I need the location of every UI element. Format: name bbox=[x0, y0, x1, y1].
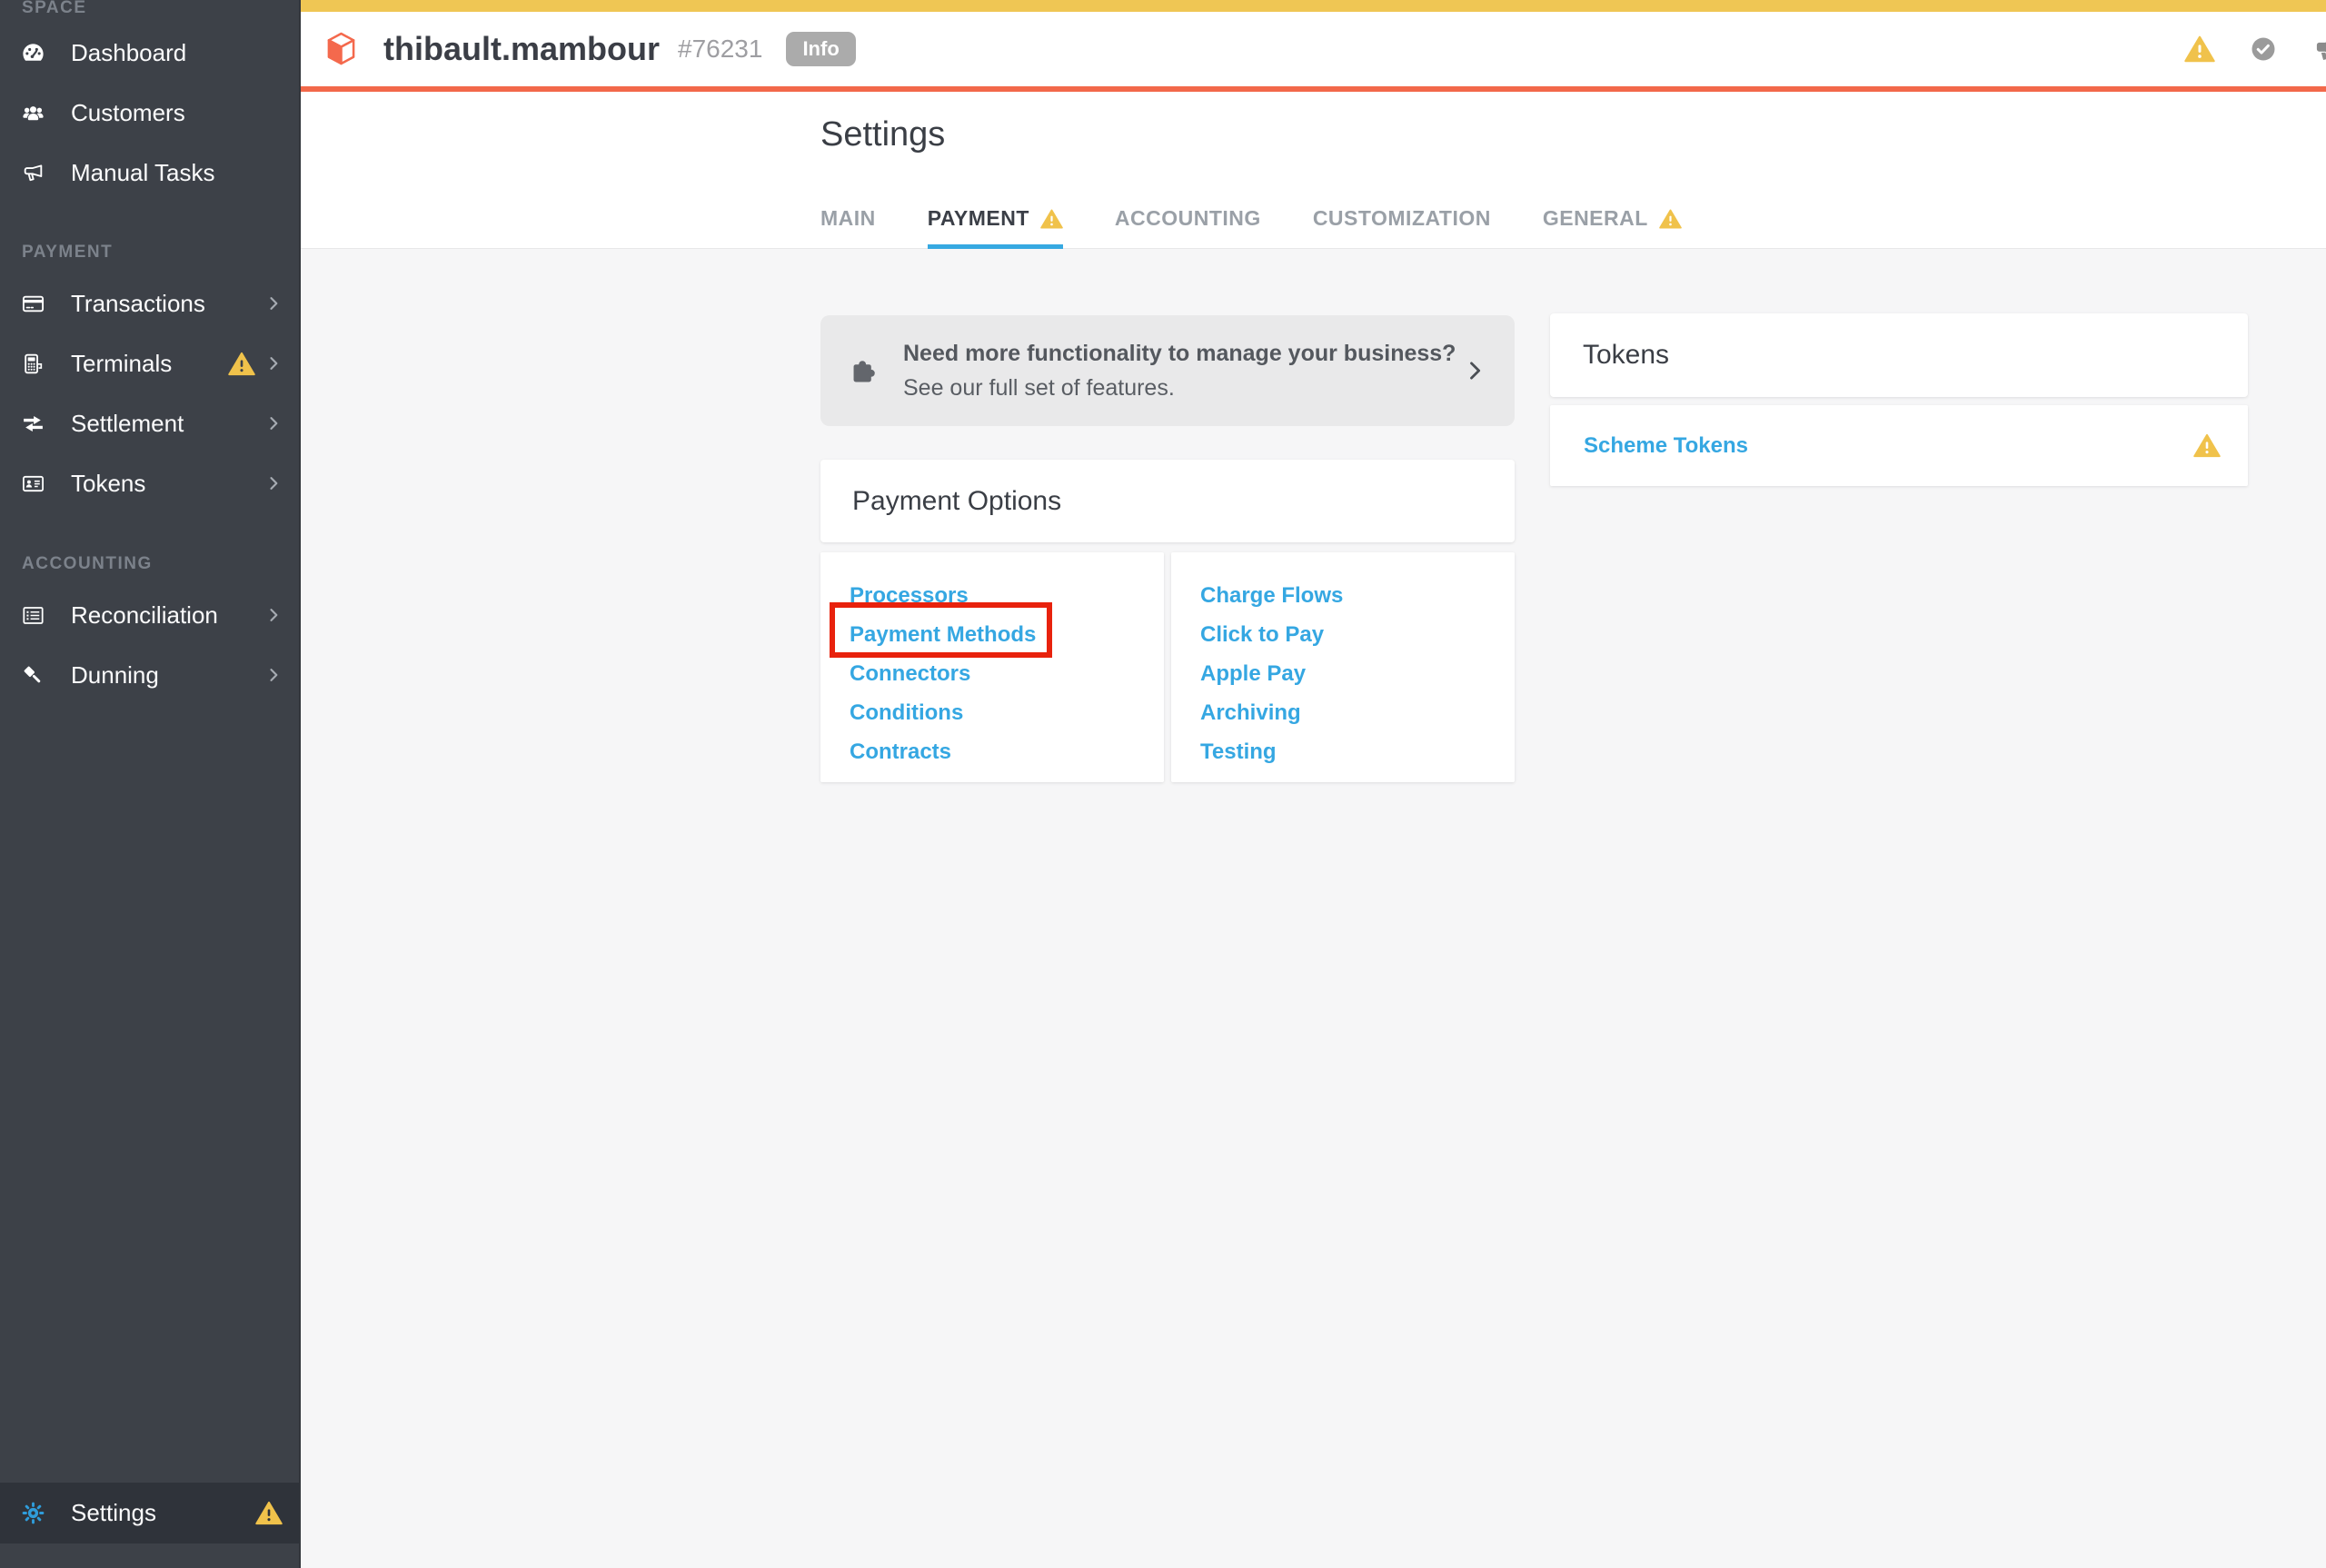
reconciliation-list-icon bbox=[21, 603, 45, 628]
banner-subtitle: See our full set of features. bbox=[903, 375, 1456, 402]
link-connectors[interactable]: Connectors bbox=[820, 654, 1164, 693]
topbar-status-icons bbox=[2184, 35, 2326, 64]
sidebar-item-reconciliation[interactable]: Reconciliation bbox=[0, 585, 299, 645]
payment-options-card: Payment Options Processors Payment Metho… bbox=[820, 460, 1515, 782]
warning-icon[interactable] bbox=[2184, 35, 2215, 63]
sidebar-item-label: Dashboard bbox=[71, 39, 186, 67]
megaphone-icon bbox=[21, 161, 45, 185]
link-click-to-pay[interactable]: Click to Pay bbox=[1171, 615, 1515, 654]
tab-main[interactable]: MAIN bbox=[820, 206, 876, 249]
link-apple-pay[interactable]: Apple Pay bbox=[1171, 654, 1515, 693]
tokens-card: Tokens Scheme Tokens bbox=[1550, 313, 2248, 486]
chevron-right-icon bbox=[264, 666, 283, 684]
customers-group-icon bbox=[21, 101, 45, 125]
sidebar-item-manual-tasks[interactable]: Manual Tasks bbox=[0, 143, 299, 203]
puzzle-icon bbox=[850, 355, 880, 386]
terminal-icon bbox=[21, 352, 45, 376]
scheme-tokens-row: Scheme Tokens bbox=[1550, 405, 2248, 486]
link-scheme-tokens[interactable]: Scheme Tokens bbox=[1584, 433, 1748, 459]
sidebar-section-accounting: ACCOUNTING Reconciliation Dunning bbox=[0, 554, 299, 705]
sidebar-item-settings[interactable]: Settings bbox=[0, 1483, 299, 1543]
gear-icon bbox=[21, 1501, 45, 1525]
chevron-right-icon bbox=[264, 606, 283, 624]
workspace-name: thibault.mambour bbox=[383, 30, 660, 68]
tab-customization[interactable]: CUSTOMIZATION bbox=[1313, 206, 1491, 249]
app-window: SPACE Dashboard Customers Manual Tasks bbox=[0, 0, 2326, 1568]
warning-icon bbox=[2193, 433, 2221, 458]
sidebar-item-label: Dunning bbox=[71, 661, 159, 690]
banner-title: Need more functionality to manage your b… bbox=[903, 341, 1456, 367]
check-circle-icon[interactable] bbox=[2250, 35, 2277, 63]
link-charge-flows[interactable]: Charge Flows bbox=[1171, 576, 1515, 615]
sidebar-item-terminals[interactable]: Terminals bbox=[0, 333, 299, 393]
sidebar-item-label: Reconciliation bbox=[71, 601, 218, 630]
sidebar-item-label: Settlement bbox=[71, 410, 184, 438]
transfer-arrows-icon bbox=[21, 412, 45, 436]
sidebar-item-label: Transactions bbox=[71, 290, 205, 318]
topbar: thibault.mambour #76231 Info bbox=[301, 12, 2326, 86]
sidebar-item-dunning[interactable]: Dunning bbox=[0, 645, 299, 705]
sidebar-section-payment: PAYMENT Transactions Terminals bbox=[0, 243, 299, 513]
warning-icon bbox=[228, 352, 255, 376]
id-card-icon bbox=[21, 471, 45, 496]
tab-general[interactable]: GENERAL bbox=[1543, 206, 1682, 249]
tab-accounting[interactable]: ACCOUNTING bbox=[1115, 206, 1261, 249]
dashboard-gauge-icon bbox=[21, 41, 45, 65]
sidebar-item-label: Manual Tasks bbox=[71, 159, 215, 187]
main-area: thibault.mambour #76231 Info Settings bbox=[301, 0, 2326, 1568]
warning-icon bbox=[255, 1501, 283, 1525]
content-area: Need more functionality to manage your b… bbox=[301, 249, 2326, 1568]
link-conditions[interactable]: Conditions bbox=[820, 693, 1164, 732]
chevron-right-icon bbox=[264, 354, 283, 372]
chevron-right-icon bbox=[264, 414, 283, 432]
info-badge[interactable]: Info bbox=[786, 32, 855, 66]
credit-card-icon bbox=[21, 292, 45, 316]
settings-tabs: MAIN PAYMENT ACCOUNTING CUSTOMIZATION GE… bbox=[820, 206, 1682, 249]
page-header: Settings MAIN PAYMENT ACCOUNTING CUSTOMI… bbox=[301, 92, 2326, 249]
sidebar-section-label: PAYMENT bbox=[0, 243, 299, 263]
payment-options-title: Payment Options bbox=[820, 460, 1515, 542]
promo-banner[interactable]: Need more functionality to manage your b… bbox=[820, 315, 1515, 426]
link-processors[interactable]: Processors bbox=[820, 576, 1164, 615]
payment-options-left-column: Processors Payment Methods Connectors Co… bbox=[820, 552, 1164, 782]
link-testing[interactable]: Testing bbox=[1171, 732, 1515, 771]
cube-logo-icon bbox=[326, 32, 356, 67]
sidebar: SPACE Dashboard Customers Manual Tasks bbox=[0, 0, 301, 1568]
sidebar-item-label: Settings bbox=[71, 1499, 156, 1527]
payment-options-right-column: Charge Flows Click to Pay Apple Pay Arch… bbox=[1171, 552, 1515, 782]
megaphone-icon[interactable] bbox=[2311, 35, 2326, 64]
chevron-right-icon bbox=[264, 474, 283, 492]
warning-icon bbox=[1040, 209, 1063, 229]
sidebar-item-label: Customers bbox=[71, 99, 185, 127]
sidebar-section-label: SPACE bbox=[0, 0, 299, 18]
top-accent-bar bbox=[301, 0, 2326, 12]
sidebar-footer: Settings bbox=[0, 1483, 299, 1543]
sidebar-item-transactions[interactable]: Transactions bbox=[0, 273, 299, 333]
tokens-card-title: Tokens bbox=[1550, 313, 2248, 397]
sidebar-item-tokens[interactable]: Tokens bbox=[0, 453, 299, 513]
sidebar-item-settlement[interactable]: Settlement bbox=[0, 393, 299, 453]
workspace-id: #76231 bbox=[678, 35, 762, 64]
sidebar-item-dashboard[interactable]: Dashboard bbox=[0, 23, 299, 83]
chevron-right-icon bbox=[1462, 358, 1487, 383]
link-archiving[interactable]: Archiving bbox=[1171, 693, 1515, 732]
sidebar-section-space: SPACE Dashboard Customers Manual Tasks bbox=[0, 0, 299, 203]
sidebar-item-label: Tokens bbox=[71, 470, 145, 498]
tab-payment[interactable]: PAYMENT bbox=[928, 206, 1063, 249]
page-title: Settings bbox=[301, 92, 2326, 154]
warning-icon bbox=[1659, 209, 1682, 229]
link-contracts[interactable]: Contracts bbox=[820, 732, 1164, 771]
gavel-icon bbox=[21, 663, 45, 688]
sidebar-item-label: Terminals bbox=[71, 350, 172, 378]
sidebar-item-customers[interactable]: Customers bbox=[0, 83, 299, 143]
link-payment-methods[interactable]: Payment Methods bbox=[820, 615, 1164, 654]
sidebar-section-label: ACCOUNTING bbox=[0, 554, 299, 574]
chevron-right-icon bbox=[264, 294, 283, 313]
